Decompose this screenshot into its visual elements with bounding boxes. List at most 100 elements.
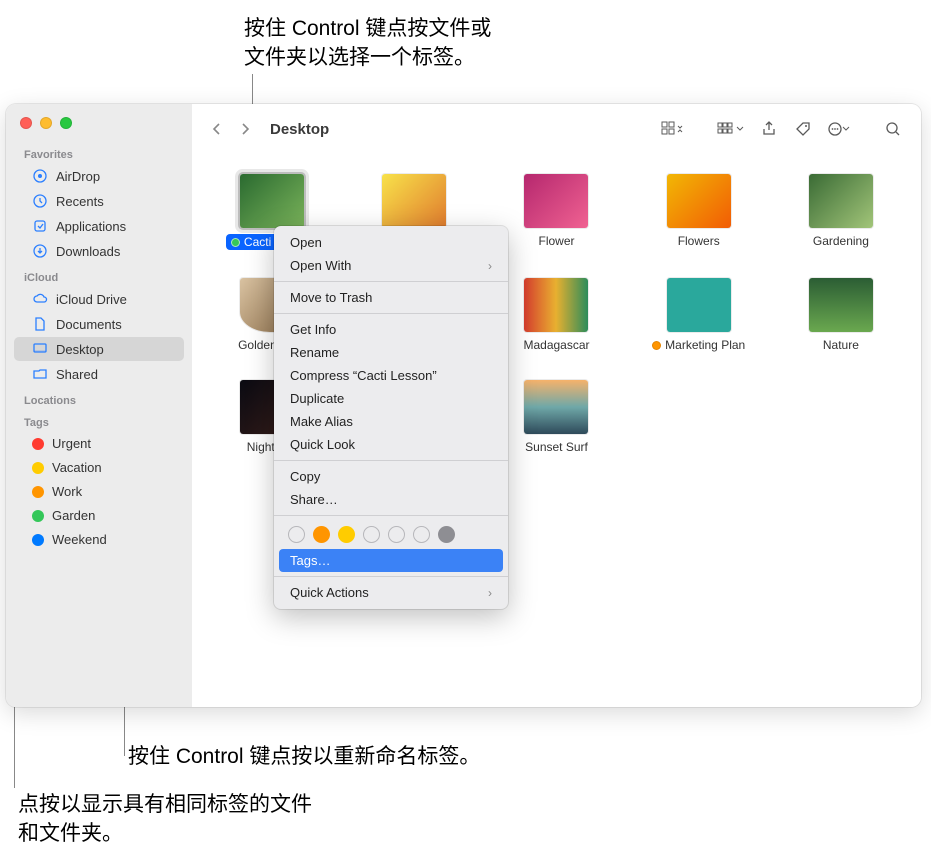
close-window-button[interactable] (20, 117, 32, 129)
file-item[interactable]: Flowers (637, 174, 761, 250)
recents-icon (32, 193, 48, 209)
sidebar-item-label: Recents (56, 194, 104, 209)
separator (274, 460, 508, 461)
tag-dot-icon (652, 341, 661, 350)
edit-tags-button[interactable] (789, 116, 817, 142)
back-button[interactable] (206, 118, 228, 140)
separator (274, 281, 508, 282)
view-mode-button[interactable] (657, 116, 689, 142)
ctx-move-to-trash[interactable]: Move to Trash (274, 286, 508, 309)
sidebar: Favorites AirDrop Recents Applications D… (6, 104, 192, 707)
sidebar-header-tags: Tags (6, 409, 192, 431)
window-title: Desktop (270, 121, 329, 138)
file-item[interactable]: Madagascar (494, 278, 618, 352)
sidebar-item-label: Urgent (52, 436, 91, 451)
file-item[interactable]: Flower (494, 174, 618, 250)
sidebar-item-airdrop[interactable]: AirDrop (14, 164, 184, 188)
tag-color-empty[interactable] (363, 526, 380, 543)
sidebar-item-icloud-drive[interactable]: iCloud Drive (14, 287, 184, 311)
ctx-duplicate[interactable]: Duplicate (274, 387, 508, 410)
sidebar-item-label: Desktop (56, 342, 104, 357)
ctx-rename[interactable]: Rename (274, 341, 508, 364)
chevron-right-icon: › (488, 586, 492, 600)
sidebar-tag-weekend[interactable]: Weekend (14, 528, 184, 551)
sidebar-tag-vacation[interactable]: Vacation (14, 456, 184, 479)
airdrop-icon (32, 168, 48, 184)
sidebar-tag-urgent[interactable]: Urgent (14, 432, 184, 455)
window-controls (6, 112, 192, 141)
tag-dot-icon (32, 510, 44, 522)
annotation-top: 按住 Control 键点按文件或 文件夹以选择一个标签。 (244, 14, 491, 73)
sidebar-tag-garden[interactable]: Garden (14, 504, 184, 527)
separator (274, 576, 508, 577)
annotation-mid: 按住 Control 键点按以重新命名标签。 (128, 742, 480, 771)
sidebar-item-downloads[interactable]: Downloads (14, 239, 184, 263)
sidebar-item-desktop[interactable]: Desktop (14, 337, 184, 361)
sidebar-item-label: Vacation (52, 460, 102, 475)
ctx-quick-look[interactable]: Quick Look (274, 433, 508, 456)
ctx-copy[interactable]: Copy (274, 465, 508, 488)
forward-button[interactable] (234, 118, 256, 140)
sidebar-item-label: Weekend (52, 532, 107, 547)
toolbar: Desktop (192, 104, 921, 154)
file-label: Flower (538, 234, 574, 248)
ctx-share[interactable]: Share… (274, 488, 508, 511)
cloud-icon (32, 291, 48, 307)
ctx-make-alias[interactable]: Make Alias (274, 410, 508, 433)
tag-color-yellow[interactable] (338, 526, 355, 543)
search-button[interactable] (879, 116, 907, 142)
tag-color-orange[interactable] (313, 526, 330, 543)
file-label: Marketing Plan (652, 338, 745, 352)
file-label: Gardening (813, 234, 869, 248)
main-pane: Desktop Cacti Lesson District Flo (192, 104, 921, 707)
more-button[interactable] (823, 116, 855, 142)
file-thumbnail (667, 278, 731, 332)
sidebar-item-label: Garden (52, 508, 95, 523)
sidebar-item-label: Downloads (56, 244, 120, 259)
separator (274, 313, 508, 314)
file-thumbnail (809, 174, 873, 228)
ctx-quick-actions[interactable]: Quick Actions› (274, 581, 508, 604)
file-thumbnail (240, 174, 304, 228)
sidebar-item-label: Shared (56, 367, 98, 382)
sidebar-item-applications[interactable]: Applications (14, 214, 184, 238)
tag-dot-icon (32, 462, 44, 474)
shared-icon (32, 366, 48, 382)
tag-color-gray[interactable] (438, 526, 455, 543)
tag-color-empty[interactable] (413, 526, 430, 543)
ctx-get-info[interactable]: Get Info (274, 318, 508, 341)
share-button[interactable] (755, 116, 783, 142)
file-item[interactable]: Gardening (779, 174, 903, 250)
ctx-tags[interactable]: Tags… (279, 549, 503, 572)
sidebar-item-recents[interactable]: Recents (14, 189, 184, 213)
minimize-window-button[interactable] (40, 117, 52, 129)
sidebar-header-locations: Locations (6, 387, 192, 409)
sidebar-item-shared[interactable]: Shared (14, 362, 184, 386)
sidebar-item-label: Work (52, 484, 82, 499)
file-item[interactable]: Sunset Surf (494, 380, 618, 454)
ctx-open-with[interactable]: Open With› (274, 254, 508, 277)
sidebar-item-label: iCloud Drive (56, 292, 127, 307)
sidebar-item-label: Applications (56, 219, 126, 234)
fullscreen-window-button[interactable] (60, 117, 72, 129)
applications-icon (32, 218, 48, 234)
tag-color-none[interactable] (288, 526, 305, 543)
ctx-open[interactable]: Open (274, 231, 508, 254)
desktop-icon (32, 341, 48, 357)
file-thumbnail (524, 380, 588, 434)
sidebar-item-documents[interactable]: Documents (14, 312, 184, 336)
file-thumbnail (524, 174, 588, 228)
file-label: Sunset Surf (525, 440, 588, 454)
file-label: Nature (823, 338, 859, 352)
file-item[interactable]: Nature (779, 278, 903, 352)
downloads-icon (32, 243, 48, 259)
group-by-button[interactable] (713, 116, 749, 142)
file-item[interactable]: Marketing Plan (637, 278, 761, 352)
ctx-tag-colors (274, 520, 508, 549)
tag-dot-icon (32, 438, 44, 450)
ctx-compress[interactable]: Compress “Cacti Lesson” (274, 364, 508, 387)
chevron-right-icon: › (488, 259, 492, 273)
file-thumbnail (667, 174, 731, 228)
tag-color-empty[interactable] (388, 526, 405, 543)
sidebar-tag-work[interactable]: Work (14, 480, 184, 503)
